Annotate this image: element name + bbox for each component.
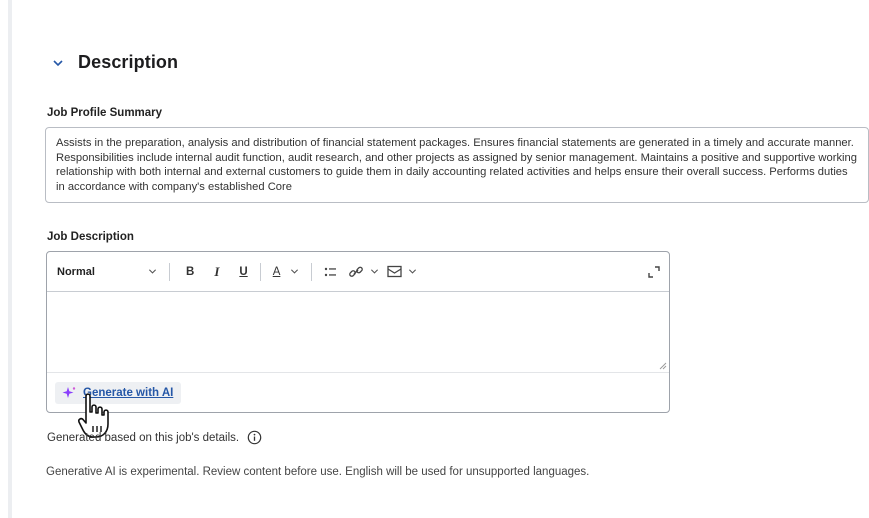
underline-icon: U [239,265,248,278]
italic-button[interactable]: I [214,261,219,283]
toolbar-separator [169,262,170,281]
chevron-down-icon [53,59,63,66]
chevron-down-icon [409,269,417,274]
expand-editor-button[interactable] [647,261,661,283]
job-description-editor: Normal B I U A Generate with AI [46,251,670,413]
text-style-select[interactable]: Normal [57,266,157,278]
chevron-down-icon [148,269,157,274]
left-divider [8,0,12,518]
editor-toolbar: Normal B I U A [47,252,669,292]
description-section-toggle[interactable]: Description [52,52,178,73]
ai-action-row: Generate with AI [47,372,669,412]
image-icon [387,265,403,278]
sparkle-icon [62,386,76,398]
ai-disclaimer: Generative AI is experimental. Review co… [46,466,590,478]
underline-button[interactable]: U [239,261,247,283]
job-description-label: Job Description [47,231,134,243]
resize-handle-icon[interactable] [659,362,667,370]
list-button[interactable] [324,261,338,283]
bold-button[interactable]: B [186,261,194,283]
job-description-input[interactable] [47,292,669,372]
generated-note: Generated based on this job's details. [47,430,262,445]
text-style-value: Normal [57,265,95,278]
section-title: Description [78,52,179,72]
toolbar-separator [311,262,313,281]
image-button[interactable] [387,261,417,283]
link-button[interactable] [348,261,379,283]
job-profile-summary-label: Job Profile Summary [47,107,163,119]
font-color-icon: A [272,265,281,278]
toolbar-separator [259,262,261,281]
list-icon [325,267,337,276]
link-icon [349,266,364,277]
info-icon[interactable] [247,430,262,445]
font-color-button[interactable]: A [273,261,300,283]
generated-note-text: Generated based on this job's details. [47,431,240,444]
chevron-down-icon [291,269,299,274]
expand-icon [648,265,660,278]
generate-with-ai-button[interactable]: Generate with AI [55,381,182,404]
italic-icon: I [214,263,220,279]
chevron-down-icon [371,269,379,274]
bold-icon: B [186,265,195,278]
job-profile-summary-field[interactable]: Assists in the preparation, analysis and… [45,127,869,203]
